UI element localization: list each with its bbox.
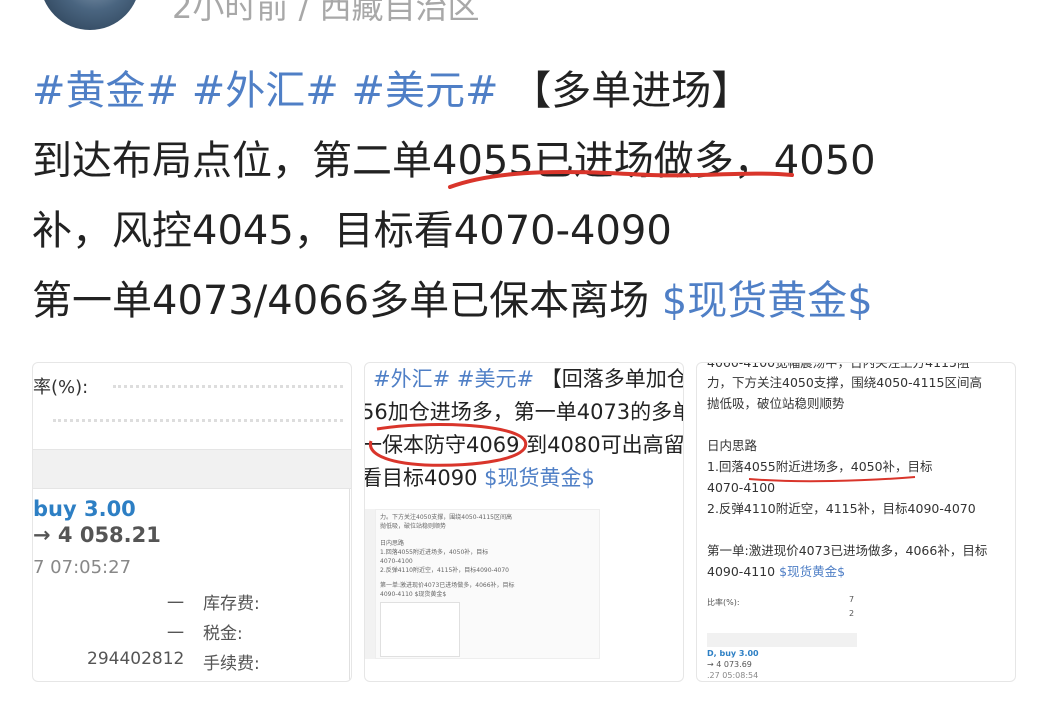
post-title-bracket: 【多单进场】 [511,68,752,114]
image-thumbnail-2[interactable]: #外汇# #美元# 【回落多单加仓】 56加仓进场多，第一单4073的多单 一保… [364,362,684,682]
thumb-text-line: 4090-4110 $现货黄金$ [707,564,845,580]
post-body: #黄金# #外汇# #美元# 【多单进场】 到达布局点位，第二单4055已进场做… [32,56,1042,336]
mini-text: 抛低吸，破位站稳则顺势 [380,523,447,530]
mini-rate-label: 比率(%): [707,598,740,607]
thumb-text-line: 力，下方关注4050支撑，围绕4050-4115区间高 [707,375,982,390]
hashtag-forex[interactable]: #外汇# [192,68,339,114]
order-type: buy 3.00 [33,497,136,521]
order-price: → 4 058.21 [33,523,161,547]
stock-tag: $现货黄金$ [779,564,846,579]
fee-value: 294402812 [87,649,185,669]
mini-time: .27 05:08:54 [707,671,759,680]
fee-label: 税金: [203,624,243,644]
mini-price: → 4 073.69 [707,660,752,669]
fee-label: 手续费: [203,654,260,674]
hashtag-usd[interactable]: #美元# [352,68,499,114]
fee-value: 一 [167,594,184,614]
post-line-4: 第一单4073/4066多单已保本离场 $现货黄金$ [32,266,1042,336]
thumb-text-line: 4060-4100宽幅震荡中，日内关注上方4115阻 [707,362,970,370]
thumb-text-line: 抛低吸，破位站稳则顺势 [707,396,845,411]
mini-buy: D, buy 3.00 [707,649,759,658]
divider [349,489,350,681]
mini-text: 日内思路 [380,540,405,547]
dotted-line [113,385,343,388]
mini-text: 1.回落4055附近进场多，4050补，目标 [380,549,489,556]
image-thumbnail-1[interactable]: 率(%): buy 3.00 → 4 058.21 7 07:05:27 一 库… [32,362,352,682]
thumb-text-line: 2.反弹4110附近空，4115补，目标4090-4070 [707,501,976,516]
fee-value: 一 [167,624,184,644]
separator-band [33,449,351,489]
red-circle-annotation [368,423,528,467]
stock-tag: $现货黄金$ [484,466,595,490]
mini-text: 2.反弹4110附近空，4115补，目标4090-4070 [380,567,509,574]
thumb-text: 到4080可出高留 [526,433,684,457]
post-line-4-text: 第一单4073/4066多单已保本离场 [32,278,650,324]
mini-value: 7 [849,595,855,604]
post-line-1: #黄金# #外汇# #美元# 【多单进场】 [32,56,1042,126]
order-time: 7 07:05:27 [33,557,132,578]
mini-band [707,633,857,647]
mini-text: 4090-4110 $现货黄金$ [380,591,447,598]
mini-text: 4070-4100 [380,558,413,565]
stock-tag-spot-gold[interactable]: $现货黄金$ [662,278,873,324]
hashtag-gold[interactable]: #黄金# [32,68,179,114]
thumb-text: 看目标4090 [364,466,478,490]
fee-label: 库存费: [203,594,260,614]
post-header: 2小时前 / 西藏自治区 [0,0,1063,30]
thumb-text: 【回落多单加仓】 [540,367,683,391]
post-line-3: 补，风控4045，目标看4070-4090 [32,208,672,254]
dotted-line [53,419,343,422]
mini-value: 2 [849,609,855,618]
thumb-text-line: #外汇# #美元# 【回落多单加仓】 [373,363,683,396]
thumb-text-line: 第一单:激进现价4073已进场做多，4066补，目标 [707,543,988,558]
mini-pane [380,602,460,657]
avatar[interactable] [40,0,140,30]
post-meta: 2小时前 / 西藏自治区 [172,0,480,26]
thumb-text-line: 日内思路 [707,438,758,453]
mini-text: 力。下方关注4050支撑，围绕4050-4115区间高 [380,514,512,521]
rate-label: 率(%): [33,377,89,398]
red-underline-annotation [748,476,916,483]
mini-screenshot: 力。下方关注4050支撑，围绕4050-4115区间高 抛低吸，破位站稳则顺势 … [375,509,600,659]
post-line-2: 到达布局点位，第二单4055已进场做多，4050 [32,138,876,184]
hashtag: #外汇# #美元# [373,367,535,391]
thumb-text: 4090-4110 [707,564,776,579]
mini-text: 第一单:激进现价4073已进场做多，4066补，目标 [380,582,515,589]
image-thumbnail-3[interactable]: 4060-4100宽幅震荡中，日内关注上方4115阻 力，下方关注4050支撑，… [696,362,1016,682]
